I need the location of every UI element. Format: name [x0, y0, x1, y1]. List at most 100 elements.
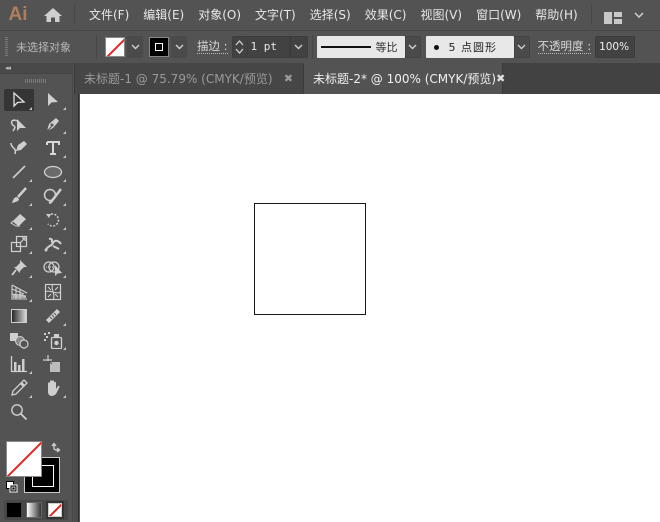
stepper-up-down-icon	[235, 40, 244, 54]
swap-fill-stroke-icon[interactable]	[50, 442, 62, 454]
profile-line-preview	[320, 46, 371, 48]
gradient-tool[interactable]	[4, 305, 34, 327]
stroke-label[interactable]: 描边 :	[197, 40, 228, 54]
perspective-grid-tool[interactable]	[4, 281, 34, 303]
ellipse-icon	[43, 165, 63, 179]
workspace-switcher[interactable]	[603, 9, 622, 24]
tool-flyout-indicator	[63, 251, 66, 254]
tool-flyout-indicator	[63, 155, 66, 158]
stroke-weight-stepper[interactable]	[231, 36, 248, 58]
chevron-down-icon	[294, 44, 303, 50]
fill-stroke-controls	[0, 438, 72, 522]
ellipse-tool[interactable]	[38, 161, 68, 183]
pin-tool[interactable]	[4, 257, 34, 279]
illustrator-window: Ai 文件(F) 编辑(E) 对象(O) 文字(T) 选择(S) 效果(C) 视…	[0, 0, 660, 522]
fill-dropdown[interactable]	[127, 36, 143, 58]
gradient-mode-button[interactable]	[26, 502, 42, 518]
selection-tool[interactable]	[4, 89, 34, 111]
eyedropper-icon	[11, 379, 28, 396]
stroke-weight-input[interactable]: 1 pt	[247, 36, 290, 58]
menu-bar: Ai 文件(F) 编辑(E) 对象(O) 文字(T) 选择(S) 效果(C) 视…	[0, 0, 660, 30]
tool-flyout-indicator	[29, 227, 32, 230]
column-graph-tool[interactable]	[4, 353, 34, 375]
shaper-icon	[43, 188, 62, 205]
pen-nib-icon	[46, 118, 59, 132]
menu-edit[interactable]: 编辑(E)	[136, 0, 191, 30]
hand-tool[interactable]	[38, 377, 68, 399]
menu-effect[interactable]: 效果(C)	[358, 0, 414, 30]
brush-label: 5 点圆形	[448, 41, 498, 54]
eraser-tool[interactable]	[4, 209, 34, 231]
tool-flyout-indicator	[29, 107, 32, 110]
home-button[interactable]	[38, 0, 68, 30]
panel-grip[interactable]	[5, 37, 8, 57]
shape-builder-tool[interactable]	[38, 257, 68, 279]
measure-tool[interactable]	[38, 305, 68, 327]
paintbrush-icon	[12, 187, 27, 203]
variable-width-profile[interactable]: 等比	[316, 36, 405, 58]
menu-object[interactable]: 对象(O)	[191, 0, 248, 30]
selection-status: 未选择对象	[16, 41, 71, 54]
fill-color-box[interactable]	[6, 441, 42, 477]
document-tab[interactable]: 未标题-1 @ 75.79% (CMYK/预览) ✖	[74, 63, 304, 94]
brush-definition[interactable]: 5 点圆形	[425, 36, 514, 58]
puppet-warp-tool[interactable]	[38, 233, 68, 255]
direct-selection-tool[interactable]	[38, 89, 68, 111]
slice-tool[interactable]	[4, 377, 34, 399]
close-icon[interactable]: ✖	[284, 72, 293, 85]
blend-tool[interactable]	[4, 329, 34, 351]
opacity-label-text: 不透明度	[537, 39, 584, 53]
scale-tool[interactable]	[4, 233, 34, 255]
fill-swatch[interactable]	[105, 37, 125, 57]
default-fill-stroke-icon[interactable]	[6, 481, 18, 493]
stroke-weight-dropdown[interactable]	[289, 36, 308, 58]
menu-help[interactable]: 帮助(H)	[528, 0, 584, 30]
profile-dropdown[interactable]	[404, 36, 421, 58]
collapse-panel-button[interactable]: ◂◂	[0, 63, 72, 74]
tab-title: 未标题-1 @ 75.79% (CMYK/预览)	[84, 72, 273, 86]
opacity-input[interactable]: 100%	[595, 36, 636, 58]
rotate-icon	[46, 213, 60, 227]
curvature-tool[interactable]	[4, 137, 34, 159]
opacity-label[interactable]: 不透明度 :	[537, 39, 592, 54]
brush-dropdown[interactable]	[513, 36, 530, 58]
stroke-swatch[interactable]	[149, 37, 169, 57]
panel-grip[interactable]	[25, 79, 47, 83]
paintbrush-tool[interactable]	[4, 185, 34, 207]
tool-flyout-indicator	[63, 179, 66, 182]
menu-type[interactable]: 文字(T)	[248, 0, 303, 30]
tool-flyout-indicator	[63, 275, 66, 278]
document-tab-active[interactable]: 未标题-2* @ 100% (CMYK/预览) ✖	[304, 63, 505, 94]
symbol-sprayer-tool[interactable]	[38, 329, 68, 351]
menu-view[interactable]: 视图(V)	[413, 0, 469, 30]
line-segment-tool[interactable]	[4, 161, 34, 183]
eraser-icon	[10, 214, 26, 227]
artboard-tool[interactable]	[38, 353, 68, 375]
stroke-dropdown[interactable]	[171, 36, 187, 58]
menu-window[interactable]: 窗口(W)	[469, 0, 528, 30]
line-segment-icon	[12, 165, 26, 179]
close-icon[interactable]: ✖	[496, 72, 505, 85]
magic-wand-tool[interactable]	[4, 113, 34, 135]
chevron-down-icon[interactable]	[634, 12, 644, 18]
menu-file[interactable]: 文件(F)	[85, 0, 136, 30]
pen-tool[interactable]	[38, 113, 68, 135]
zoom-tool[interactable]	[4, 401, 34, 423]
tools-panel: ◂◂	[0, 63, 73, 522]
mesh-tool[interactable]	[38, 281, 68, 303]
brush-dot-icon	[433, 44, 439, 50]
rectangle-object[interactable]	[254, 203, 366, 315]
selection-arrow-icon	[13, 91, 26, 108]
stroke-label-colon: :	[223, 39, 228, 53]
type-tool[interactable]	[38, 137, 68, 159]
none-mode-button[interactable]	[46, 501, 64, 519]
magnifier-icon	[11, 404, 28, 421]
rotate-tool[interactable]	[38, 209, 68, 231]
tool-flyout-indicator	[63, 131, 66, 134]
color-mode-button[interactable]	[6, 502, 22, 518]
shaper-tool[interactable]	[38, 185, 68, 207]
artboard[interactable]	[80, 94, 660, 522]
menu-select[interactable]: 选择(S)	[303, 0, 358, 30]
color-mode-row	[4, 500, 68, 520]
chevron-down-icon	[517, 44, 526, 50]
